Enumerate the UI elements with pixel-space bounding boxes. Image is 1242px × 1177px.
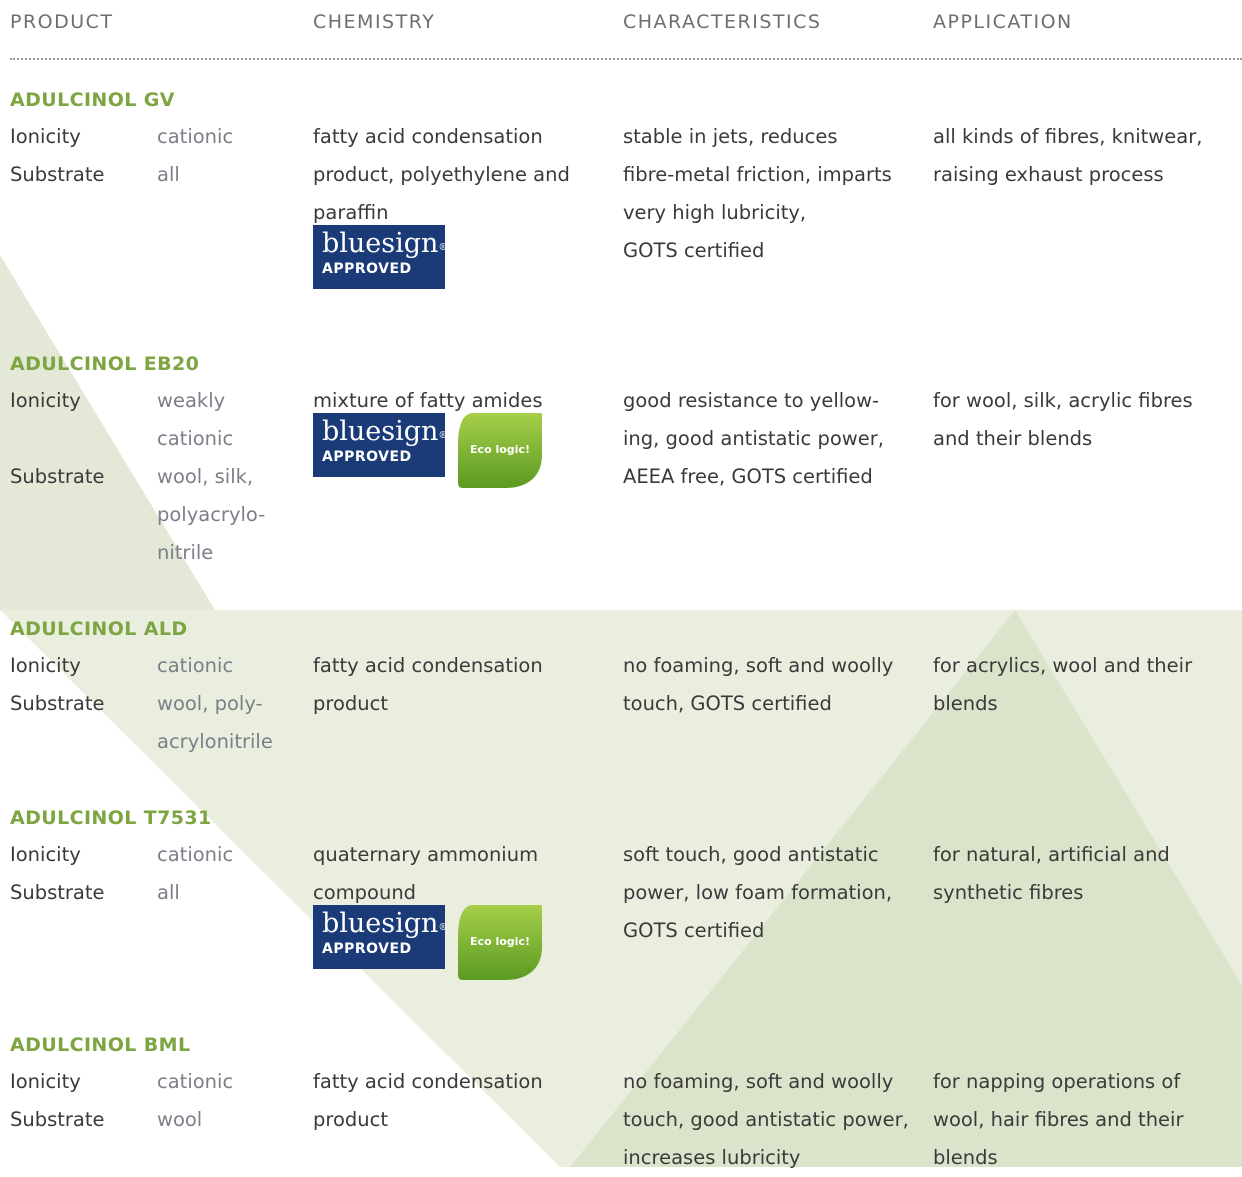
characteristics-text: increases lubricity xyxy=(623,1146,801,1169)
substrate-value: all xyxy=(157,881,180,904)
header-product: PRODUCT xyxy=(10,11,114,33)
ionicity-value: cationic xyxy=(157,654,234,677)
substrate-label: Substrate xyxy=(10,1108,105,1131)
chemistry-text: fatty acid condensation xyxy=(313,1070,543,1093)
application-text: for napping operations of xyxy=(933,1070,1181,1093)
chemistry-text: product xyxy=(313,1108,389,1131)
header-divider xyxy=(10,58,1242,60)
application-text: synthetic fibres xyxy=(933,881,1084,904)
substrate-label: Substrate xyxy=(10,881,105,904)
characteristics-text: power, low foam formation, xyxy=(623,881,893,904)
application-text: for natural, artificial and xyxy=(933,843,1170,866)
product-name: ADULCINOL ALD xyxy=(10,618,188,640)
eco-logic-label: Eco logic! xyxy=(470,443,530,456)
characteristics-text: no foaming, soft and woolly xyxy=(623,654,894,677)
chemistry-text: fatty acid condensation xyxy=(313,125,543,148)
ionicity-value: cationic xyxy=(157,427,234,450)
characteristics-text: good resistance to yellow- xyxy=(623,389,880,412)
bluesign-text: bluesign® xyxy=(322,416,448,447)
bluesign-text: bluesign® xyxy=(322,228,448,259)
eco-logic-leaf-icon: Eco logic! xyxy=(455,903,545,981)
chemistry-text: product, polyethylene and xyxy=(313,163,570,186)
eco-logic-label: Eco logic! xyxy=(470,935,530,948)
substrate-value: polyacrylo- xyxy=(157,503,266,526)
eco-logic-leaf-icon: Eco logic! xyxy=(455,411,545,489)
substrate-value: all xyxy=(157,163,180,186)
ionicity-label: Ionicity xyxy=(10,125,81,148)
characteristics-text: GOTS certified xyxy=(623,919,765,942)
approved-text: APPROVED xyxy=(322,449,412,465)
application-text: wool, hair fibres and their xyxy=(933,1108,1184,1131)
application-text: for acrylics, wool and their xyxy=(933,654,1193,677)
substrate-label: Substrate xyxy=(10,692,105,715)
ionicity-value: cationic xyxy=(157,1070,234,1093)
characteristics-text: GOTS certified xyxy=(623,239,765,262)
approved-text: APPROVED xyxy=(322,941,412,957)
substrate-value: nitrile xyxy=(157,541,214,564)
application-text: and their blends xyxy=(933,427,1093,450)
application-text: for wool, silk, acrylic fibres xyxy=(933,389,1193,412)
substrate-value: wool, poly- xyxy=(157,692,263,715)
bluesign-approved-logo: bluesign® APPROVED xyxy=(313,413,448,477)
characteristics-text: no foaming, soft and woolly xyxy=(623,1070,894,1093)
characteristics-text: ing, good antistatic power, xyxy=(623,427,884,450)
product-name: ADULCINOL GV xyxy=(10,89,175,111)
chemistry-text: product xyxy=(313,692,389,715)
substrate-label: Substrate xyxy=(10,465,105,488)
characteristics-text: touch, GOTS certified xyxy=(623,692,832,715)
product-name: ADULCINOL EB20 xyxy=(10,353,200,375)
characteristics-text: fibre-metal friction, imparts xyxy=(623,163,892,186)
bluesign-approved-logo: bluesign® APPROVED xyxy=(313,225,448,289)
header-chemistry: CHEMISTRY xyxy=(313,11,436,33)
approved-text: APPROVED xyxy=(322,261,412,277)
substrate-value: acrylonitrile xyxy=(157,730,273,753)
chemistry-text: fatty acid condensation xyxy=(313,654,543,677)
header-characteristics: CHARACTERISTICS xyxy=(623,11,822,33)
product-name: ADULCINOL BML xyxy=(10,1034,191,1056)
bluesign-approved-logo: bluesign® APPROVED xyxy=(313,905,448,969)
bluesign-text: bluesign® xyxy=(322,908,448,939)
ionicity-value: cationic xyxy=(157,843,234,866)
characteristics-text: soft touch, good antistatic xyxy=(623,843,879,866)
chemistry-text: quaternary ammonium xyxy=(313,843,539,866)
application-text: raising exhaust process xyxy=(933,163,1164,186)
substrate-value: wool xyxy=(157,1108,203,1131)
ionicity-label: Ionicity xyxy=(10,843,81,866)
characteristics-text: AEEA free, GOTS certified xyxy=(623,465,873,488)
characteristics-text: touch, good antistatic power, xyxy=(623,1108,909,1131)
ionicity-value: cationic xyxy=(157,125,234,148)
product-name: ADULCINOL T7531 xyxy=(10,807,212,829)
characteristics-text: very high lubricity, xyxy=(623,201,807,224)
characteristics-text: stable in jets, reduces xyxy=(623,125,838,148)
header-application: APPLICATION xyxy=(933,11,1073,33)
application-text: blends xyxy=(933,1146,998,1169)
application-text: blends xyxy=(933,692,998,715)
substrate-value: wool, silk, xyxy=(157,465,254,488)
substrate-label: Substrate xyxy=(10,163,105,186)
ionicity-value: weakly xyxy=(157,389,226,412)
ionicity-label: Ionicity xyxy=(10,389,81,412)
application-text: all kinds of fibres, knitwear, xyxy=(933,125,1203,148)
ionicity-label: Ionicity xyxy=(10,654,81,677)
ionicity-label: Ionicity xyxy=(10,1070,81,1093)
